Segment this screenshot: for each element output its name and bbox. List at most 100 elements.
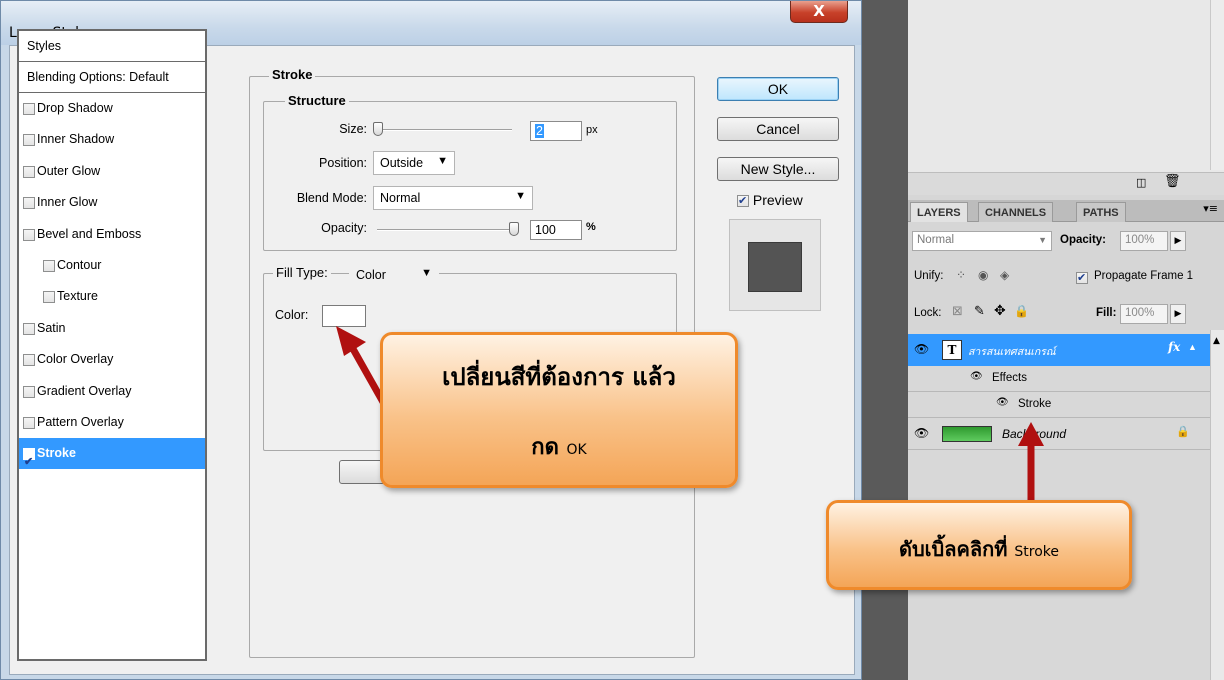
style-item-inner-glow[interactable]: Inner Glow <box>19 187 205 218</box>
layer-row-background[interactable]: 👁 Background 🔒 <box>908 418 1210 450</box>
style-checkbox[interactable] <box>23 417 35 429</box>
style-item-stroke[interactable]: Stroke <box>19 438 205 478</box>
size-value: 2 <box>535 124 544 138</box>
tab-layers[interactable]: LAYERS <box>910 202 968 222</box>
blend-mode-dropdown[interactable]: Normal ▼ <box>912 231 1052 251</box>
style-item-gradient-overlay[interactable]: Gradient Overlay <box>19 376 205 407</box>
fill-arrow-icon[interactable]: ▶ <box>1170 304 1186 324</box>
chevron-down-icon: ▼ <box>421 267 432 279</box>
preview-checkbox[interactable]: Preview <box>737 192 803 208</box>
style-item-pattern-overlay[interactable]: Pattern Overlay <box>19 407 205 438</box>
size-input[interactable]: 2 <box>530 121 582 141</box>
layer-name[interactable]: Background <box>1002 427 1066 441</box>
new-layer-icon[interactable]: ◫ <box>1136 176 1146 189</box>
stroke-effect-label[interactable]: Stroke <box>1018 398 1051 410</box>
style-item-texture[interactable]: Texture <box>19 281 205 312</box>
lock-brush-icon[interactable]: ✎ <box>974 304 985 319</box>
new-style-button[interactable]: New Style... <box>717 157 839 181</box>
blend-mode-select[interactable]: Normal ▼ <box>373 186 533 210</box>
layer-effects-row[interactable]: 👁 Effects <box>908 366 1210 392</box>
close-button[interactable]: X <box>790 1 848 23</box>
lock-all-icon[interactable]: 🔒 <box>1014 304 1029 318</box>
style-checkbox[interactable] <box>23 322 35 335</box>
eye-icon[interactable]: 👁 <box>914 426 929 440</box>
eye-icon[interactable]: 👁 <box>996 397 1009 408</box>
tab-channels[interactable]: CHANNELS <box>978 202 1054 222</box>
style-item-contour[interactable]: Contour <box>19 250 205 281</box>
stroke-color-swatch[interactable] <box>322 305 366 327</box>
unify-visibility-icon[interactable]: ◉ <box>978 268 988 282</box>
style-preview-thumbnail <box>729 219 821 311</box>
lock-transparent-icon[interactable]: ⊠ <box>952 304 963 319</box>
eye-icon[interactable]: 👁 <box>970 371 983 382</box>
style-item-color-overlay[interactable]: Color Overlay <box>19 344 205 375</box>
ok-button[interactable]: OK <box>717 77 839 101</box>
fill-type-label: Fill Type: <box>273 265 331 280</box>
position-select[interactable]: Outside ▼ <box>373 151 455 175</box>
opacity-slider-thumb[interactable] <box>509 222 519 236</box>
panel-menu-icon[interactable]: ▾≡ <box>1203 202 1218 215</box>
upper-panel-scrollbar[interactable] <box>1210 0 1224 170</box>
blend-mode-label: Blend Mode: <box>296 191 367 205</box>
fill-field[interactable]: 100% <box>1120 304 1168 324</box>
styles-list: Styles Blending Options: Default Drop Sh… <box>17 29 207 661</box>
layer-opacity-field[interactable]: 100% <box>1120 231 1168 251</box>
layer-stroke-row[interactable]: 👁 Stroke <box>908 392 1210 418</box>
style-checkbox[interactable] <box>43 260 55 272</box>
style-item-label: Color Overlay <box>37 352 114 367</box>
callout-press: กด <box>531 435 559 460</box>
style-checkbox[interactable] <box>23 134 35 147</box>
unify-position-icon[interactable]: ⁘ <box>956 268 966 282</box>
size-slider-track[interactable] <box>377 129 512 131</box>
blending-options-item[interactable]: Blending Options: Default <box>19 62 205 93</box>
fill-type-value: Color <box>356 268 386 282</box>
upper-panel: ◫ 🗑 <box>908 0 1224 195</box>
layer-row-text[interactable]: 👁 T สารสนเทศสนเกรณ์ fx ▲ <box>908 334 1210 366</box>
cancel-button[interactable]: Cancel <box>717 117 839 141</box>
style-checkbox[interactable] <box>23 103 35 115</box>
styles-header[interactable]: Styles <box>19 31 205 62</box>
style-item-outer-glow[interactable]: Outer Glow <box>19 156 205 187</box>
eye-icon[interactable]: 👁 <box>914 342 929 356</box>
style-item-inner-shadow[interactable]: Inner Shadow <box>19 124 205 155</box>
opacity-input[interactable]: 100 <box>530 220 582 240</box>
style-checkbox[interactable] <box>23 165 35 178</box>
style-checkbox[interactable] <box>23 197 35 210</box>
position-label: Position: <box>319 156 367 170</box>
style-item-drop-shadow[interactable]: Drop Shadow <box>19 93 205 124</box>
callout-double-click: ดับเบิ้ลคลิกที่ <box>899 537 1008 561</box>
chevron-down-icon: ▼ <box>437 155 448 167</box>
size-slider-thumb[interactable] <box>373 122 383 136</box>
style-item-bevel-and-emboss[interactable]: Bevel and Emboss <box>19 219 205 250</box>
trash-icon[interactable]: 🗑 <box>1164 174 1181 189</box>
opacity-unit: % <box>586 221 596 233</box>
effects-label: Effects <box>992 372 1027 384</box>
color-callout: เปลี่ยนสีที่ต้องการ แล้ว กด OK <box>380 332 738 488</box>
style-item-label: Satin <box>37 320 66 335</box>
layer-name[interactable]: สารสนเทศสนเกรณ์ <box>968 343 1056 360</box>
callout-line1: เปลี่ยนสีที่ต้องการ แล้ว <box>442 363 676 391</box>
fx-icon[interactable]: fx <box>1168 340 1180 354</box>
preview-label: Preview <box>752 192 803 208</box>
layers-scrollbar[interactable]: ▲ <box>1210 330 1224 680</box>
upper-panel-toolbar: ◫ 🗑 <box>908 172 1224 195</box>
tab-paths[interactable]: PATHS <box>1076 202 1126 222</box>
style-checkbox[interactable] <box>23 385 35 398</box>
unify-style-icon[interactable]: ◈ <box>1000 268 1009 282</box>
style-checkbox[interactable] <box>43 291 55 304</box>
style-checkbox[interactable] <box>23 228 35 241</box>
fill-type-select[interactable]: Color ▼ <box>349 263 439 287</box>
scroll-up-icon[interactable]: ▲ <box>1213 336 1220 346</box>
background-thumbnail <box>942 426 992 442</box>
stroke-callout-text: ดับเบิ้ลคลิกที่ Stroke <box>829 533 1129 565</box>
style-item-satin[interactable]: Satin <box>19 313 205 344</box>
opacity-slider-track[interactable] <box>377 229 514 231</box>
style-checkbox[interactable] <box>23 354 35 367</box>
style-checkbox[interactable] <box>23 447 35 478</box>
opacity-arrow-icon[interactable]: ▶ <box>1170 231 1186 251</box>
style-item-label: Pattern Overlay <box>37 415 124 429</box>
lock-move-icon[interactable]: ✥ <box>994 303 1006 319</box>
layers-panel-tabs: LAYERS CHANNELS PATHS ▾≡ <box>908 200 1224 222</box>
collapse-arrow-icon[interactable]: ▲ <box>1188 342 1197 352</box>
propagate-checkbox[interactable] <box>1076 271 1088 284</box>
